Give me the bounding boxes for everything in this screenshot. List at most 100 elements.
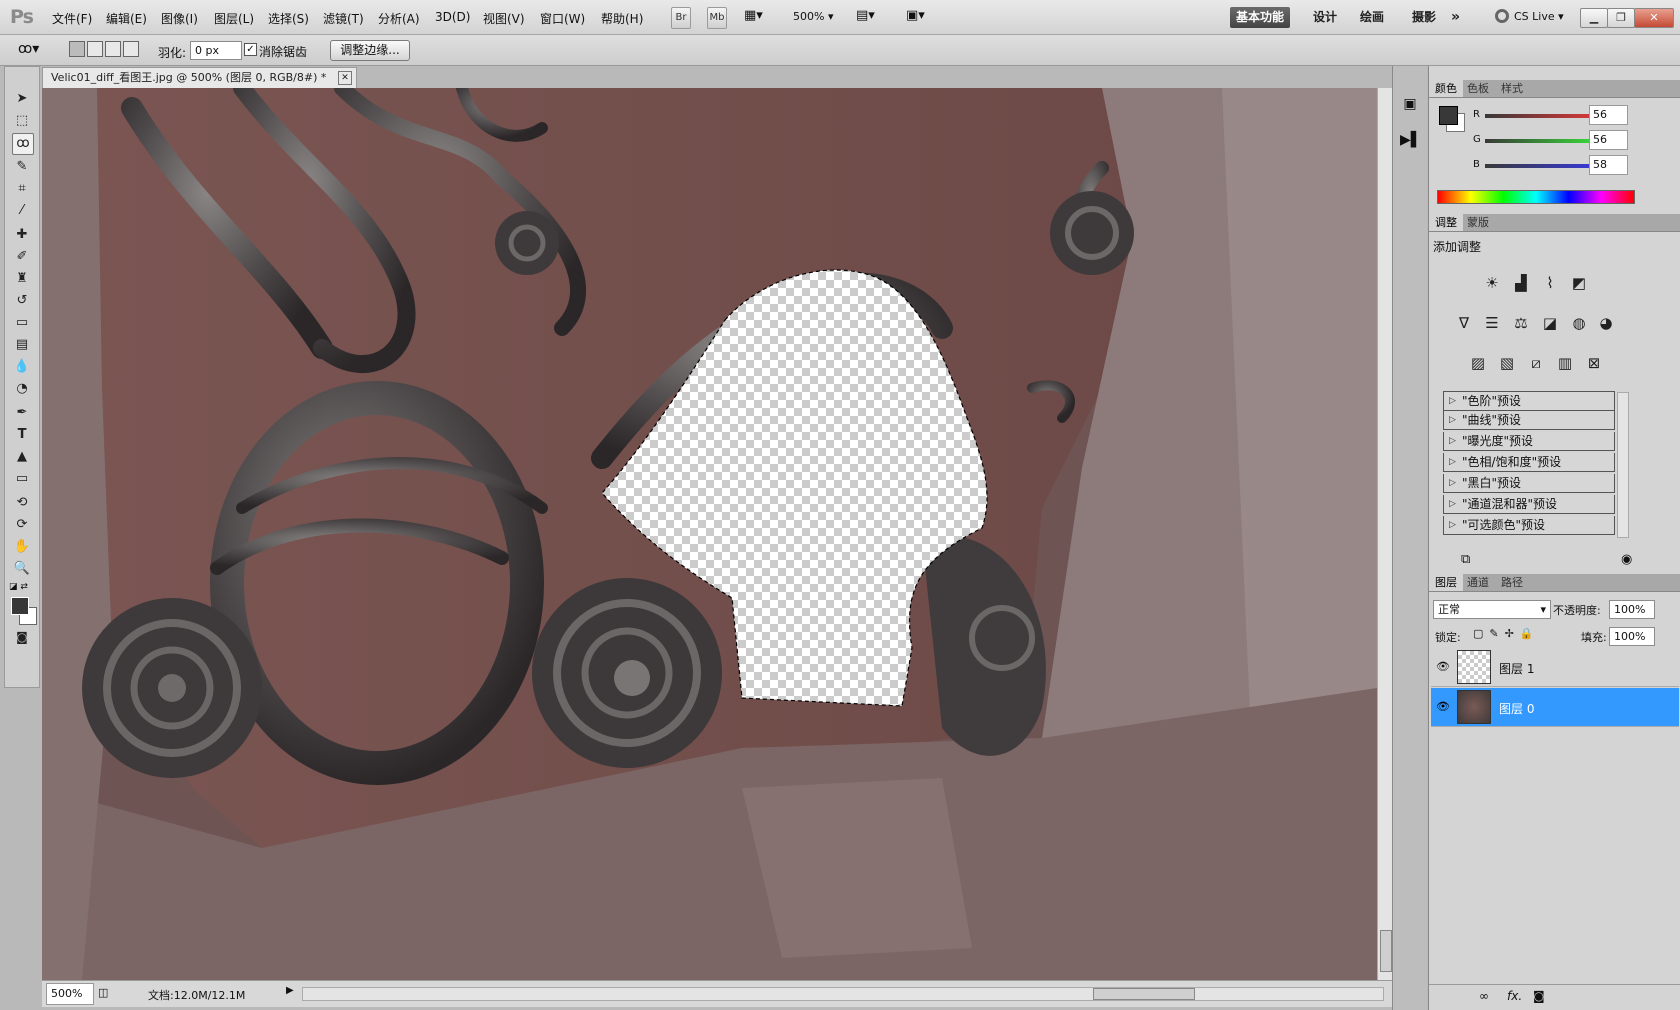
tab-color[interactable]: 颜色: [1429, 80, 1463, 97]
workspace-painting[interactable]: 绘画: [1360, 7, 1384, 28]
hue-saturation-icon[interactable]: ☰: [1481, 312, 1503, 334]
menu-view[interactable]: 视图(V): [483, 10, 525, 27]
adjustment-visibility-icon[interactable]: ◉: [1621, 552, 1632, 567]
black-white-icon[interactable]: ◪: [1539, 312, 1561, 334]
refine-edge-button[interactable]: 调整边缘...: [330, 40, 410, 61]
zoom-level-dropdown[interactable]: 500% ▾: [793, 10, 833, 23]
invert-icon[interactable]: ▨: [1467, 352, 1489, 374]
intersect-selection-icon[interactable]: [123, 41, 139, 57]
preset-channel-mixer[interactable]: "通道混和器"预设: [1443, 495, 1615, 514]
eyedropper-tool-icon[interactable]: ⁄: [12, 201, 32, 221]
cs-live-menu[interactable]: CS Live ▾: [1514, 10, 1564, 23]
menu-filter[interactable]: 滤镜(T): [323, 10, 364, 27]
selective-color-icon[interactable]: ⊠: [1583, 352, 1605, 374]
mini-bridge-button[interactable]: Mb: [707, 7, 727, 29]
menu-layer[interactable]: 图层(L): [214, 10, 254, 27]
3d-rotate-tool-icon[interactable]: ⟲: [12, 493, 32, 513]
screen-mode-icon[interactable]: ▣▾: [906, 8, 925, 23]
horizontal-scroll-thumb[interactable]: [1093, 988, 1195, 1000]
preset-exposure[interactable]: "曝光度"预设: [1443, 432, 1615, 451]
tab-layers[interactable]: 图层: [1429, 574, 1463, 591]
shape-tool-icon[interactable]: ▭: [12, 469, 32, 489]
lasso-tool-preset-icon[interactable]: ꝏ▾: [18, 41, 39, 57]
color-ramp[interactable]: [1437, 190, 1635, 204]
channel-r-value[interactable]: 56: [1589, 105, 1628, 125]
preset-levels[interactable]: "色阶"预设: [1443, 392, 1615, 411]
view-extras-icon[interactable]: ▦▾: [744, 8, 776, 26]
workspace-photography[interactable]: 摄影: [1412, 7, 1436, 28]
gradient-tool-icon[interactable]: ▤: [12, 335, 32, 355]
brightness-contrast-icon[interactable]: ☀: [1481, 272, 1503, 294]
visibility-eye-icon[interactable]: 👁: [1435, 660, 1451, 674]
actions-panel-icon[interactable]: ▶▌: [1400, 132, 1422, 152]
add-mask-icon[interactable]: ◙: [1533, 989, 1545, 1003]
lock-icons[interactable]: ▢✎✢🔒: [1473, 627, 1540, 640]
tab-adjustments[interactable]: 调整: [1429, 214, 1463, 231]
history-brush-tool-icon[interactable]: ↺: [12, 291, 32, 311]
history-panel-icon[interactable]: ▣: [1400, 96, 1420, 116]
preset-hue-saturation[interactable]: "色相/饱和度"预设: [1443, 453, 1615, 472]
preset-selective-color[interactable]: "可选颜色"预设: [1443, 516, 1615, 535]
menu-image[interactable]: 图像(I): [161, 10, 198, 27]
menu-select[interactable]: 选择(S): [268, 10, 309, 27]
channel-b-value[interactable]: 58: [1589, 155, 1628, 175]
tab-swatches[interactable]: 色板: [1461, 80, 1495, 97]
clone-stamp-tool-icon[interactable]: ♜: [12, 269, 32, 289]
menu-3d[interactable]: 3D(D): [435, 10, 470, 24]
3d-orbit-tool-icon[interactable]: ⟳: [12, 515, 32, 535]
add-selection-icon[interactable]: [87, 41, 103, 57]
minimize-button[interactable]: ▁: [1580, 8, 1608, 28]
adjustment-clip-icon[interactable]: ⧉: [1461, 552, 1470, 567]
marquee-tool-icon[interactable]: ⬚: [12, 111, 32, 131]
default-colors-icon[interactable]: ◪ ⇄: [9, 582, 28, 592]
subtract-selection-icon[interactable]: [105, 41, 121, 57]
gradient-map-icon[interactable]: ▥: [1554, 352, 1576, 374]
lasso-tool-icon[interactable]: ꝏ: [12, 133, 34, 155]
tab-masks[interactable]: 蒙版: [1461, 214, 1495, 231]
photo-filter-icon[interactable]: ◍: [1568, 312, 1590, 334]
curves-icon[interactable]: ⌇: [1539, 272, 1561, 294]
layer-style-icon[interactable]: fx.: [1507, 989, 1522, 1003]
blend-mode-dropdown[interactable]: 正常 ▾: [1433, 600, 1551, 619]
menu-edit[interactable]: 编辑(E): [106, 10, 147, 27]
image-canvas[interactable]: [42, 88, 1377, 980]
preset-curves[interactable]: "曲线"预设: [1443, 411, 1615, 430]
path-selection-tool-icon[interactable]: ▲: [12, 447, 32, 467]
channel-g-value[interactable]: 56: [1589, 130, 1628, 150]
quick-selection-tool-icon[interactable]: ✎: [12, 157, 32, 177]
visibility-eye-icon[interactable]: 👁: [1435, 700, 1451, 714]
hand-tool-icon[interactable]: ✋: [12, 537, 32, 557]
close-button[interactable]: ✕: [1634, 8, 1674, 28]
antialias-checkbox[interactable]: ✓: [244, 43, 257, 56]
restore-button[interactable]: ❐: [1607, 8, 1635, 28]
menu-help[interactable]: 帮助(H): [601, 10, 643, 27]
horizontal-scrollbar[interactable]: [302, 987, 1384, 1001]
move-tool-icon[interactable]: ➤: [12, 89, 32, 109]
zoom-tool-icon[interactable]: 🔍: [12, 559, 32, 579]
preset-black-white[interactable]: "黑白"预设: [1443, 474, 1615, 493]
layer-row[interactable]: 👁 图层 1: [1431, 648, 1679, 687]
healing-brush-tool-icon[interactable]: ✚: [12, 225, 32, 245]
layer-row-selected[interactable]: 👁 图层 0: [1431, 688, 1679, 727]
more-workspaces-button[interactable]: »: [1451, 7, 1460, 28]
eraser-tool-icon[interactable]: ▭: [12, 313, 32, 333]
pen-tool-icon[interactable]: ✒: [12, 403, 32, 423]
type-tool-icon[interactable]: T: [12, 425, 32, 445]
document-tab[interactable]: Velic01_diff_看图王.jpg @ 500% (图层 0, RGB/8…: [42, 67, 357, 88]
close-document-icon[interactable]: ✕: [338, 71, 352, 85]
workspace-essentials[interactable]: 基本功能: [1230, 7, 1291, 28]
new-selection-icon[interactable]: [69, 41, 85, 57]
workspace-design[interactable]: 设计: [1313, 7, 1337, 28]
vertical-scrollbar[interactable]: [1377, 88, 1393, 980]
link-layers-icon[interactable]: ∞: [1479, 989, 1489, 1003]
tab-paths[interactable]: 路径: [1495, 574, 1529, 591]
vertical-scroll-thumb[interactable]: [1380, 930, 1392, 972]
menu-analysis[interactable]: 分析(A): [378, 10, 420, 27]
feather-input[interactable]: 0 px: [190, 41, 242, 60]
crop-tool-icon[interactable]: ⌗: [12, 179, 32, 199]
threshold-icon[interactable]: ⧄: [1525, 352, 1547, 374]
opacity-input[interactable]: 100%: [1609, 600, 1655, 619]
zoom-field[interactable]: 500%: [46, 983, 94, 1005]
menu-window[interactable]: 窗口(W): [540, 10, 585, 27]
dodge-tool-icon[interactable]: ◔: [12, 379, 32, 399]
